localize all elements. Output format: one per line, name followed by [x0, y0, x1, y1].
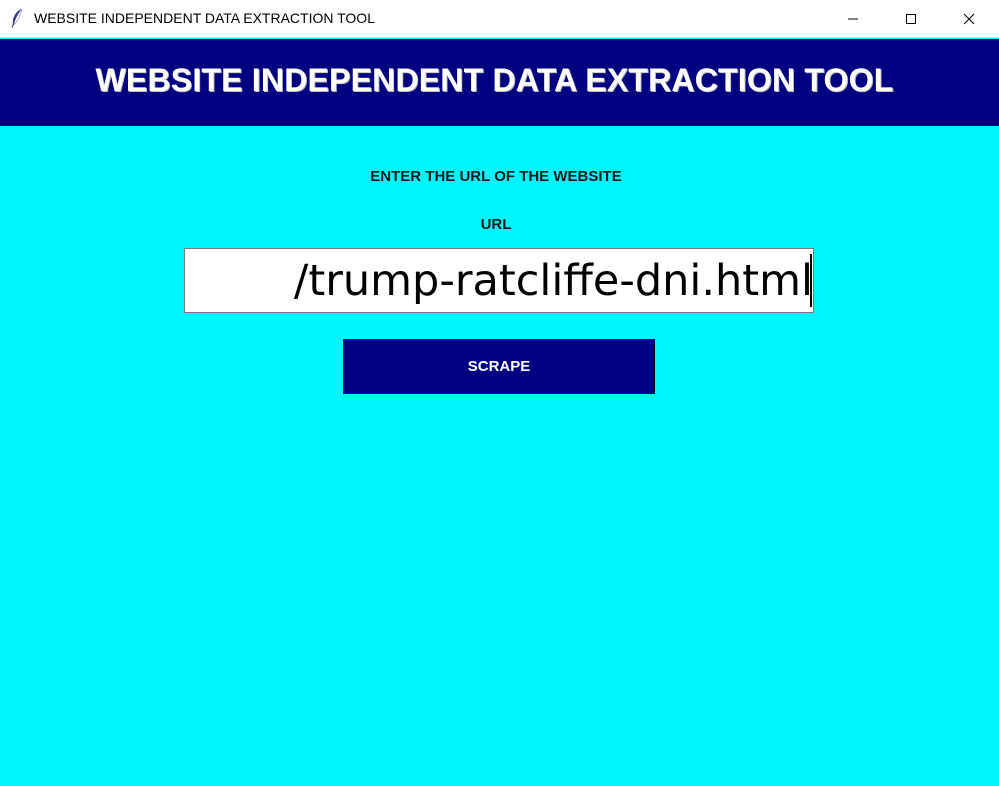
url-label: URL	[480, 216, 512, 233]
minimize-icon	[848, 18, 858, 19]
page-title: WEBSITE INDEPENDENT DATA EXTRACTION TOOL	[95, 62, 894, 98]
url-input[interactable]	[184, 248, 814, 313]
window-title: WEBSITE INDEPENDENT DATA EXTRACTION TOOL	[34, 10, 375, 26]
app-window: WEBSITE INDEPENDENT DATA EXTRACTION TOOL…	[0, 0, 999, 786]
scrape-button[interactable]: SCRAPE	[343, 339, 655, 394]
minimize-button[interactable]	[824, 0, 882, 37]
feather-icon	[11, 8, 23, 28]
title-bar[interactable]: WEBSITE INDEPENDENT DATA EXTRACTION TOOL	[0, 0, 999, 38]
text-caret	[810, 254, 812, 307]
instruction-label: ENTER THE URL OF THE WEBSITE	[370, 168, 622, 185]
maximize-button[interactable]	[882, 0, 940, 37]
close-icon	[963, 13, 975, 24]
close-button[interactable]	[940, 0, 998, 37]
maximize-icon	[906, 13, 916, 24]
header-banner: WEBSITE INDEPENDENT DATA EXTRACTION TOOL	[0, 39, 999, 126]
